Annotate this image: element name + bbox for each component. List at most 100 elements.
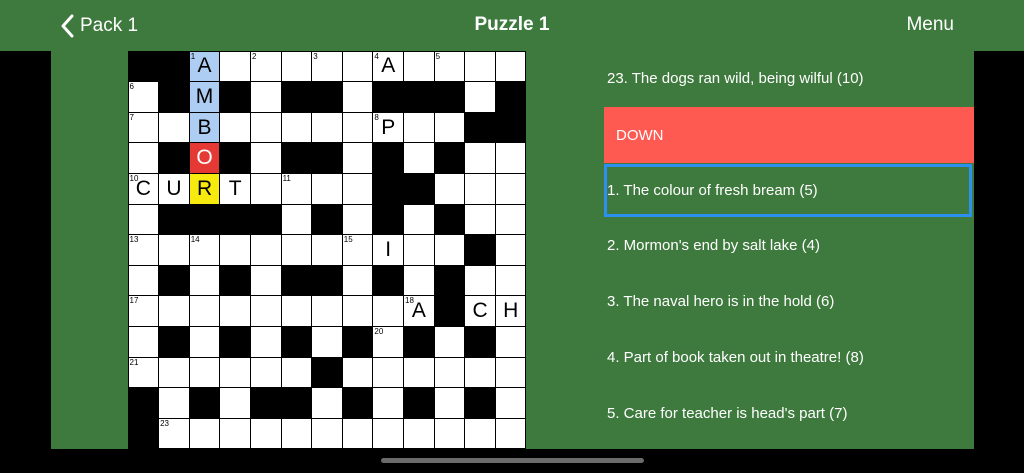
grid-cell[interactable] [250, 173, 281, 204]
grid-cell[interactable] [220, 112, 250, 143]
grid-cell[interactable] [495, 418, 526, 449]
grid-cell[interactable]: B [189, 112, 220, 143]
grid-cell[interactable] [128, 143, 159, 173]
grid-cell[interactable] [434, 357, 465, 388]
grid-cell[interactable]: 11 [281, 173, 312, 204]
grid-cell[interactable] [189, 296, 220, 327]
grid-cell[interactable] [189, 357, 220, 388]
grid-cell[interactable]: 20 [373, 327, 404, 357]
grid-cell[interactable]: I [373, 235, 404, 265]
grid-cell[interactable] [465, 173, 495, 204]
grid-cell[interactable]: 2 [250, 51, 281, 82]
grid-cell[interactable] [250, 265, 281, 296]
grid-cell[interactable] [159, 388, 189, 418]
grid-cell[interactable] [495, 143, 526, 173]
grid-cell[interactable] [434, 388, 465, 418]
grid-cell[interactable]: R [189, 173, 220, 204]
grid-cell[interactable] [281, 296, 312, 327]
grid-cell[interactable] [342, 143, 373, 173]
grid-cell[interactable] [220, 296, 250, 327]
grid-cell[interactable]: 13 [128, 235, 159, 265]
grid-cell[interactable] [281, 418, 312, 449]
grid-cell[interactable]: 6 [128, 82, 159, 112]
grid-cell[interactable] [312, 173, 342, 204]
grid-cell[interactable] [128, 327, 159, 357]
grid-cell[interactable] [373, 296, 404, 327]
grid-cell[interactable] [342, 418, 373, 449]
grid-cell[interactable]: 14 [189, 235, 220, 265]
grid-cell[interactable] [404, 143, 434, 173]
grid-cell[interactable]: 3 [312, 51, 342, 82]
clue-down-4[interactable]: 4. Part of book taken out in theatre! (8… [604, 332, 972, 382]
grid-cell[interactable] [465, 143, 495, 173]
grid-cell[interactable] [342, 112, 373, 143]
grid-cell[interactable] [373, 418, 404, 449]
grid-cell[interactable] [495, 388, 526, 418]
grid-cell[interactable] [312, 327, 342, 357]
grid-cell[interactable] [250, 357, 281, 388]
grid-cell[interactable] [250, 82, 281, 112]
grid-cell[interactable] [404, 235, 434, 265]
grid-cell[interactable]: 10 C [128, 173, 159, 204]
grid-cell[interactable]: U [159, 173, 189, 204]
grid-cell[interactable] [312, 418, 342, 449]
clue-down-3[interactable]: 3. The naval hero is in the hold (6) [604, 276, 972, 326]
grid-cell[interactable]: 5 [434, 51, 465, 82]
grid-cell[interactable] [342, 357, 373, 388]
grid-cell[interactable] [250, 112, 281, 143]
grid-cell[interactable] [495, 357, 526, 388]
clue-down-2[interactable]: 2. Mormon's end by salt lake (4) [604, 220, 972, 270]
grid-cell[interactable] [404, 357, 434, 388]
grid-cell[interactable] [342, 296, 373, 327]
menu-button[interactable]: Menu [906, 14, 954, 36]
grid-cell[interactable]: H [495, 296, 526, 327]
grid-cell[interactable] [128, 204, 159, 235]
grid-cell[interactable] [281, 204, 312, 235]
grid-cell[interactable] [281, 357, 312, 388]
grid-cell[interactable] [465, 357, 495, 388]
grid-cell[interactable] [495, 327, 526, 357]
grid-cell[interactable]: 4A [373, 51, 404, 82]
grid-cell[interactable] [220, 357, 250, 388]
grid-cell[interactable] [342, 265, 373, 296]
grid-cell[interactable] [312, 388, 342, 418]
grid-cell[interactable]: 21 [128, 357, 159, 388]
grid-cell[interactable] [404, 418, 434, 449]
grid-cell[interactable] [250, 143, 281, 173]
grid-cell[interactable] [434, 418, 465, 449]
grid-cell[interactable] [465, 82, 495, 112]
grid-cell[interactable] [250, 327, 281, 357]
grid-cell[interactable] [281, 51, 312, 82]
grid-cell[interactable] [434, 112, 465, 143]
grid-cell[interactable] [434, 235, 465, 265]
grid-cell[interactable]: O [189, 143, 220, 173]
grid-cell[interactable] [342, 173, 373, 204]
grid-cell[interactable] [495, 235, 526, 265]
grid-cell[interactable] [495, 51, 526, 82]
grid-cell[interactable] [342, 82, 373, 112]
grid-cell[interactable] [465, 265, 495, 296]
grid-cell[interactable] [434, 173, 465, 204]
grid-cell[interactable] [465, 204, 495, 235]
grid-cell[interactable] [281, 235, 312, 265]
clue-down-5[interactable]: 5. Care for teacher is head's part (7) [604, 388, 972, 438]
grid-cell[interactable] [220, 235, 250, 265]
grid-cell[interactable]: C [465, 296, 495, 327]
grid-cell[interactable] [434, 327, 465, 357]
grid-cell[interactable]: 8P [373, 112, 404, 143]
back-button[interactable]: Pack 1 [60, 12, 138, 40]
grid-cell[interactable] [342, 204, 373, 235]
grid-cell[interactable] [159, 357, 189, 388]
grid-cell[interactable] [495, 173, 526, 204]
grid-cell[interactable]: 23 [159, 418, 189, 449]
grid-cell[interactable] [189, 265, 220, 296]
grid-cell[interactable] [250, 418, 281, 449]
grid-cell[interactable] [495, 204, 526, 235]
grid-cell[interactable] [128, 265, 159, 296]
grid-cell[interactable]: 18 A [404, 296, 434, 327]
grid-cell[interactable] [373, 388, 404, 418]
grid-cell[interactable] [465, 418, 495, 449]
grid-cell[interactable] [189, 418, 220, 449]
grid-cell[interactable] [159, 112, 189, 143]
grid-cell[interactable]: 17 [128, 296, 159, 327]
